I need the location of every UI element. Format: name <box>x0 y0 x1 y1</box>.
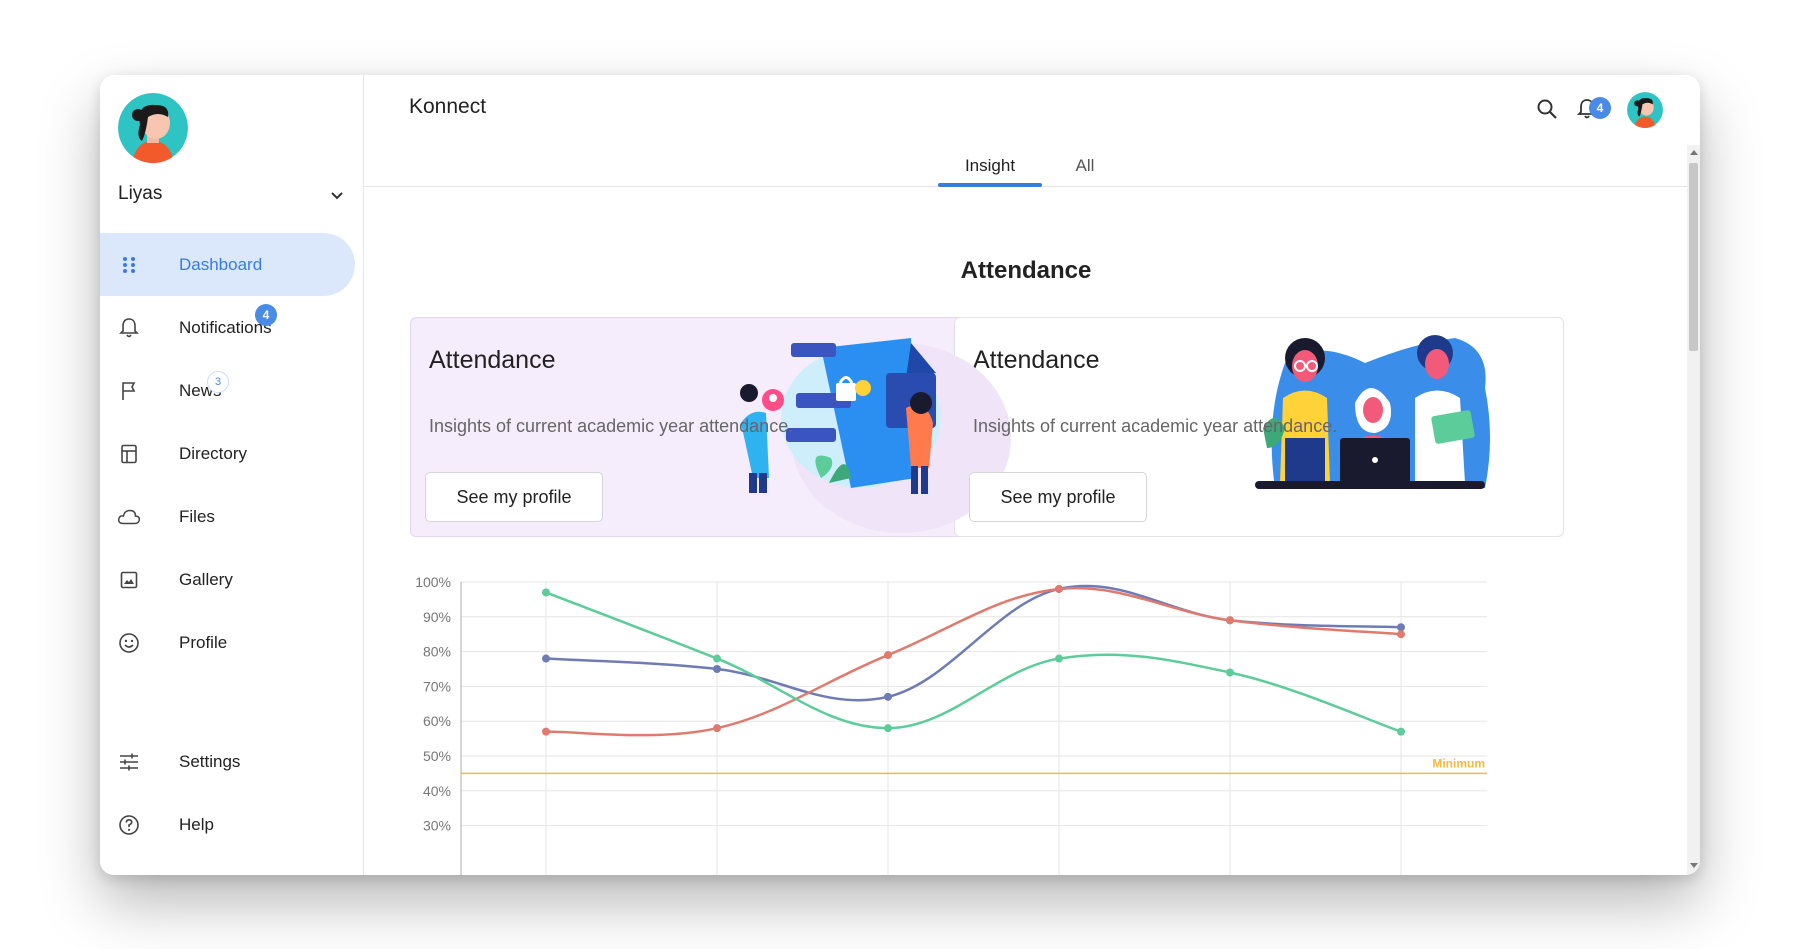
dots-grid-icon <box>117 253 141 277</box>
cloud-icon <box>117 505 141 529</box>
sidebar-item-settings[interactable]: Settings <box>100 730 355 793</box>
flag-icon <box>117 379 141 403</box>
user-avatar[interactable] <box>118 93 188 163</box>
header-notification-badge: 4 <box>1589 97 1611 119</box>
tab-all[interactable]: All <box>1055 145 1115 187</box>
minimum-threshold-label: Minimum <box>1432 756 1485 770</box>
sidebar-item-directory[interactable]: Directory <box>100 422 355 485</box>
attendance-card-team: Attendance Insights of current academic … <box>954 317 1564 537</box>
series-point-0 <box>1397 623 1405 632</box>
card-title: Attendance <box>429 346 556 374</box>
news-badge: 3 <box>207 371 229 393</box>
see-profile-button[interactable]: See my profile <box>969 472 1147 522</box>
sidebar-item-gallery[interactable]: Gallery <box>100 548 355 611</box>
y-tick-label: 40% <box>423 783 451 799</box>
y-tick-label: 50% <box>423 748 451 764</box>
help-icon <box>117 813 141 837</box>
series-point-2 <box>1397 727 1405 736</box>
series-point-2 <box>713 654 721 663</box>
tab-bar: Insight All <box>365 145 1687 187</box>
series-point-2 <box>1226 668 1234 677</box>
tab-active-indicator <box>938 183 1042 187</box>
app-title: Konnect <box>409 95 487 118</box>
chart-svg: 100% 90% 80% 70% 60% 50% 40% 30% Minimum <box>415 574 1487 875</box>
sidebar-item-notifications[interactable]: Notifications 4 <box>100 296 355 359</box>
series-point-1 <box>1397 630 1405 639</box>
chevron-down-icon[interactable] <box>328 187 346 205</box>
bell-icon <box>117 316 141 340</box>
scrollbar-thumb[interactable] <box>1689 163 1698 351</box>
series-point-1 <box>542 727 550 736</box>
smiley-icon <box>117 631 141 655</box>
series-point-0 <box>713 665 721 673</box>
y-tick-label: 70% <box>423 678 451 694</box>
scroll-down-arrow-icon[interactable] <box>1690 863 1698 868</box>
directory-icon <box>117 442 141 466</box>
card-description: Insights of current academic year attend… <box>429 416 794 436</box>
section-title: Attendance <box>960 257 1092 284</box>
user-name[interactable]: Liyas <box>118 183 162 205</box>
y-tick-label: 100% <box>415 574 451 590</box>
sidebar-item-label: Settings <box>179 751 241 771</box>
series-point-0 <box>542 654 550 663</box>
sidebar-bottom-nav: Settings Help <box>100 730 355 856</box>
search-icon[interactable] <box>1533 95 1561 123</box>
header-avatar[interactable] <box>1627 92 1663 128</box>
series-point-0 <box>884 692 892 701</box>
sidebar-item-label: Profile <box>179 632 228 652</box>
series-point-1 <box>1055 584 1063 593</box>
series-line-1 <box>545 586 1402 737</box>
sidebar-item-profile[interactable]: Profile <box>100 611 355 674</box>
sidebar: Liyas Dashboard Notifications 4 News 3 D… <box>100 75 364 875</box>
y-tick-label: 90% <box>423 609 451 625</box>
series-point-1 <box>1226 616 1234 625</box>
series-point-2 <box>1055 654 1063 663</box>
sliders-icon <box>117 750 141 774</box>
scrollbar[interactable] <box>1687 145 1700 875</box>
notification-badge: 4 <box>255 304 277 326</box>
y-tick-label: 30% <box>423 818 451 834</box>
sidebar-item-dashboard[interactable]: Dashboard <box>100 233 355 296</box>
y-tick-label: 80% <box>423 644 451 660</box>
sidebar-nav: Dashboard Notifications 4 News 3 Directo… <box>100 233 355 674</box>
sidebar-item-help[interactable]: Help <box>100 793 355 856</box>
tab-insight[interactable]: Insight <box>938 145 1042 187</box>
sidebar-item-label: Directory <box>179 443 248 463</box>
sidebar-item-label: Dashboard <box>179 254 263 274</box>
series-point-1 <box>884 651 892 660</box>
app-window: Liyas Dashboard Notifications 4 News 3 D… <box>100 75 1700 875</box>
sidebar-item-label: Files <box>179 506 215 526</box>
attendance-card: Attendance Insights of current academic … <box>410 317 1020 537</box>
series-line-2 <box>545 591 1402 733</box>
image-icon <box>117 568 141 592</box>
series-point-2 <box>542 588 550 597</box>
scroll-up-arrow-icon[interactable] <box>1690 150 1698 155</box>
sidebar-item-label: Gallery <box>179 569 233 589</box>
main-content: Konnect 4 Insight All Attendance Attenda… <box>365 75 1700 875</box>
see-profile-button[interactable]: See my profile <box>425 472 603 522</box>
y-tick-label: 60% <box>423 713 451 729</box>
attendance-chart: 100% 90% 80% 70% 60% 50% 40% 30% Minimum <box>409 570 1687 875</box>
series-point-2 <box>884 724 892 733</box>
series-point-1 <box>713 724 721 733</box>
sidebar-item-news[interactable]: News 3 <box>100 359 355 422</box>
sidebar-item-files[interactable]: Files <box>100 485 355 548</box>
sidebar-item-label: Help <box>179 814 214 834</box>
card-description: Insights of current academic year attend… <box>973 416 1338 436</box>
